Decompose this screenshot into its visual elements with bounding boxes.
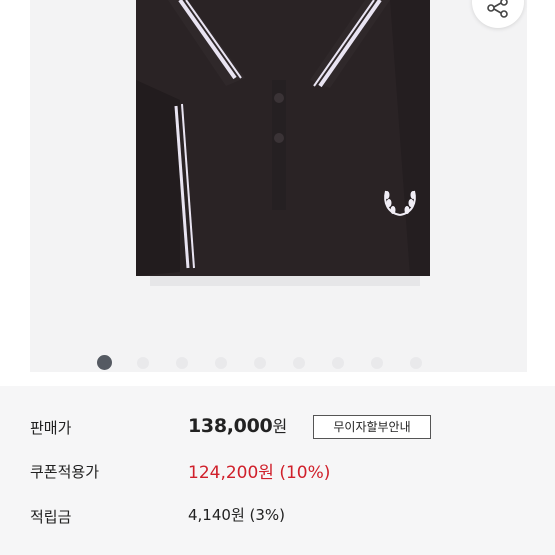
points-value: 4,140원 (3%) bbox=[188, 506, 286, 524]
product-image-gallery[interactable] bbox=[0, 0, 555, 386]
sale-price-amount: 138,000 bbox=[188, 415, 273, 437]
product-photo[interactable] bbox=[30, 0, 527, 372]
gallery-dot[interactable] bbox=[371, 357, 383, 369]
gallery-dot[interactable] bbox=[137, 357, 149, 369]
gallery-dot[interactable] bbox=[215, 357, 227, 369]
sale-price-value: 138,000원 bbox=[188, 413, 287, 437]
gallery-dot-active[interactable] bbox=[97, 355, 112, 370]
points-row: 적립금 4,140원 (3%) bbox=[0, 502, 555, 532]
coupon-price-label: 쿠폰적용가 bbox=[30, 463, 100, 481]
points-label: 적립금 bbox=[30, 508, 72, 526]
interest-free-installment-button[interactable]: 무이자할부안내 bbox=[313, 415, 431, 439]
coupon-price-value: 124,200원 (10%) bbox=[188, 463, 331, 483]
price-info-panel: 판매가 138,000원 무이자할부안내 쿠폰적용가 124,200원 (10%… bbox=[0, 386, 555, 555]
gallery-pagination bbox=[0, 355, 555, 371]
gallery-dot[interactable] bbox=[332, 357, 344, 369]
gallery-dot[interactable] bbox=[293, 357, 305, 369]
laurel-wreath-icon bbox=[384, 190, 416, 216]
gallery-dot[interactable] bbox=[254, 357, 266, 369]
gallery-dot[interactable] bbox=[410, 357, 422, 369]
polo-shirt-image bbox=[136, 0, 430, 286]
sale-price-label: 판매가 bbox=[30, 419, 72, 437]
sale-price-row: 판매가 138,000원 bbox=[0, 413, 555, 443]
coupon-price-row: 쿠폰적용가 124,200원 (10%) bbox=[0, 457, 555, 487]
share-icon bbox=[487, 0, 508, 18]
sale-price-unit: 원 bbox=[272, 417, 287, 436]
gallery-dot[interactable] bbox=[176, 357, 188, 369]
